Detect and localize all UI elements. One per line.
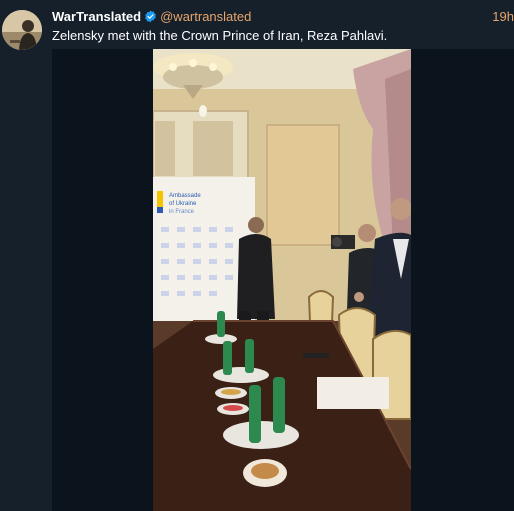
timestamp[interactable]: 19h	[492, 8, 514, 26]
avatar[interactable]	[2, 10, 42, 50]
tweet-header: WarTranslated @wartranslated 19h	[52, 8, 514, 26]
document	[317, 377, 389, 409]
display-name[interactable]: WarTranslated	[52, 9, 141, 24]
banner-text-3: in France	[169, 209, 195, 215]
tweet-text: Zelensky met with the Crown Prince of Ir…	[52, 28, 388, 43]
banner-text-1: Ambassade	[169, 193, 201, 199]
verified-badge-icon	[144, 10, 157, 28]
handle[interactable]: @wartranslated	[160, 9, 251, 24]
banner-text-2: of Ukraine	[169, 201, 197, 207]
video-player[interactable]: Ambassade of Ukraine in France	[153, 49, 411, 511]
video-frame: Ambassade of Ukraine in France	[153, 49, 411, 511]
tweet[interactable]: WarTranslated @wartranslated 19h Zelensky…	[0, 0, 514, 511]
